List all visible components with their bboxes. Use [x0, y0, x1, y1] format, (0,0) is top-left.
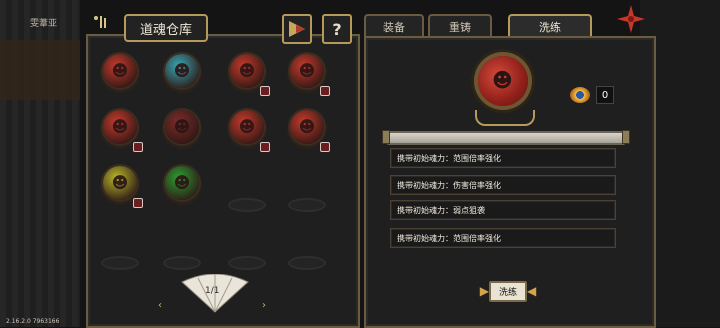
- pager-prev-button[interactable]: ‹: [158, 300, 162, 311]
- refine-currency: 0: [570, 86, 614, 104]
- badge-icon: [133, 142, 143, 152]
- demon-face-icon: ☻: [173, 117, 191, 136]
- refine-button-label: 洗练: [488, 280, 527, 302]
- demon-face-icon: ☻: [238, 61, 256, 80]
- selected-soul-orb: ☻: [478, 56, 528, 106]
- tab-reforge[interactable]: 重铸: [428, 14, 492, 38]
- demon-face-icon: ☻: [111, 173, 129, 192]
- scroll-divider: [382, 130, 630, 145]
- soul-orb[interactable]: ☻: [103, 54, 137, 88]
- game-background-map: [0, 0, 80, 327]
- pager-next-button[interactable]: ›: [262, 300, 266, 311]
- attribute-row[interactable]: 携带初始魂力：范围倍率强化: [390, 228, 616, 248]
- empty-slot[interactable]: [290, 258, 324, 268]
- sort-icon: [289, 21, 305, 37]
- key-chain-icon: [94, 16, 106, 28]
- empty-slot[interactable]: [103, 258, 137, 268]
- version-label: 2.16.2.0 7963166: [6, 318, 60, 325]
- demon-face-icon: ☻: [173, 173, 191, 192]
- attribute-row[interactable]: 携带初始魂力：范围倍率强化: [390, 148, 616, 168]
- soul-orb[interactable]: ☻: [165, 166, 199, 200]
- orb-stand: [475, 110, 535, 126]
- eye-gem-icon: [570, 87, 590, 103]
- demon-face-icon: ☻: [238, 117, 256, 136]
- badge-icon: [260, 142, 270, 152]
- arrow-right-icon: ◀: [527, 284, 537, 298]
- area-label: 雯葦亚: [30, 19, 58, 29]
- badge-icon: [133, 198, 143, 208]
- tab-equip-label: 装备: [383, 21, 405, 34]
- empty-slot[interactable]: [290, 200, 324, 210]
- attribute-row[interactable]: 携带初始魂力：弱点狙袭: [390, 200, 616, 220]
- tab-reforge-label: 重铸: [449, 21, 471, 34]
- help-button[interactable]: ?: [322, 14, 352, 44]
- soul-orb[interactable]: ☻: [230, 54, 264, 88]
- soul-orb[interactable]: ☻: [103, 110, 137, 144]
- tab-refine-label: 洗练: [539, 21, 561, 34]
- soul-orb[interactable]: ☻: [165, 110, 199, 144]
- demon-face-icon: ☻: [173, 61, 191, 80]
- demon-face-icon: ☻: [492, 68, 513, 92]
- arrow-left-icon: ▶: [479, 284, 489, 298]
- soul-orb[interactable]: ☻: [230, 110, 264, 144]
- refine-button[interactable]: ▶ 洗练 ◀: [478, 280, 538, 302]
- soul-orb[interactable]: ☻: [290, 110, 324, 144]
- demon-face-icon: ☻: [298, 117, 316, 136]
- help-label: ?: [332, 19, 342, 39]
- demon-face-icon: ☻: [111, 61, 129, 80]
- sort-button[interactable]: [282, 14, 312, 44]
- warehouse-title: 道魂仓库: [124, 14, 208, 42]
- soul-orb[interactable]: ☻: [103, 166, 137, 200]
- attribute-row[interactable]: 携带初始魂力：伤害倍率强化: [390, 175, 616, 195]
- empty-slot[interactable]: [230, 200, 264, 210]
- close-flower-icon[interactable]: [616, 4, 646, 34]
- badge-icon: [320, 86, 330, 96]
- soul-orb[interactable]: ☻: [165, 54, 199, 88]
- badge-icon: [320, 142, 330, 152]
- demon-face-icon: ☻: [298, 61, 316, 80]
- pager-label: 1/1: [205, 286, 220, 296]
- tab-refine[interactable]: 洗练: [508, 14, 592, 38]
- empty-slot[interactable]: [230, 258, 264, 268]
- currency-count: 0: [596, 86, 614, 104]
- soul-orb[interactable]: ☻: [290, 54, 324, 88]
- tab-equip[interactable]: 装备: [364, 14, 424, 38]
- empty-slot[interactable]: [165, 258, 199, 268]
- demon-face-icon: ☻: [111, 117, 129, 136]
- badge-icon: [260, 86, 270, 96]
